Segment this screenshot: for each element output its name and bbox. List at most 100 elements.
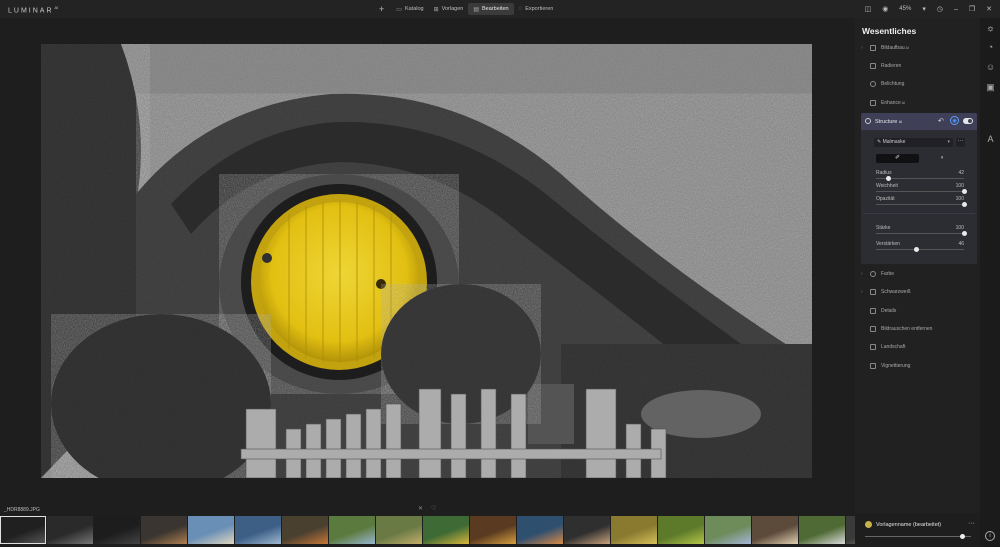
landscape-icon	[870, 344, 876, 350]
tool-details[interactable]: Details	[861, 305, 976, 317]
add-icon[interactable]: +	[376, 4, 387, 14]
filmstrip-thumbnail[interactable]	[611, 516, 657, 544]
tool-vignette[interactable]: Vignettierung	[861, 360, 976, 372]
tool-category-rail: ☼ ◔ ☺ ▣ A	[980, 18, 1000, 547]
chevron-down-icon: ▾	[947, 139, 950, 145]
amount-slider[interactable]: Stärke 100	[876, 225, 967, 236]
catalog-icon: ▭	[396, 6, 402, 13]
creative-palette-icon[interactable]: ◔	[985, 42, 996, 53]
filmstrip-thumbnail[interactable]	[752, 516, 798, 544]
mask-type-select[interactable]: ✎ Malmaske ▾	[874, 138, 953, 147]
bw-icon	[870, 289, 876, 295]
enhance-icon	[870, 100, 876, 106]
structure-title: Structure AI	[875, 119, 903, 125]
filmstrip-thumbnail[interactable]	[94, 516, 140, 544]
softness-slider[interactable]: Weichheit 100	[876, 183, 967, 194]
slider-knob[interactable]	[885, 176, 891, 181]
filmstrip-thumbnail[interactable]	[423, 516, 469, 544]
filmstrip-thumbnail[interactable]	[658, 516, 704, 544]
filmstrip-thumbnail[interactable]	[376, 516, 422, 544]
slider-knob[interactable]	[961, 202, 967, 207]
nav-presets-button[interactable]: ⊞ Vorlagen	[429, 3, 469, 15]
history-icon[interactable]: ◷	[937, 5, 943, 13]
info-icon[interactable]: i	[985, 531, 995, 541]
reset-icon[interactable]: ↶	[938, 117, 944, 125]
preset-amount-knob[interactable]	[960, 534, 966, 539]
tool-color[interactable]: › Farbe	[861, 268, 976, 280]
opacity-slider[interactable]: Opazität 100	[876, 196, 967, 207]
paint-brush-button[interactable]: ✐	[876, 154, 919, 163]
slider-knob[interactable]	[961, 189, 967, 194]
radius-slider[interactable]: Radius 42	[876, 170, 964, 181]
mask-more-button[interactable]: ···	[956, 138, 965, 147]
tool-enable-toggle[interactable]	[963, 118, 973, 124]
details-icon	[870, 308, 876, 314]
top-bar: LUMINARAI + ▭ Katalog ⊞ Vorlagen ▤ Bearb…	[0, 0, 1000, 18]
erase-brush-button[interactable]: ◐	[921, 154, 964, 163]
tool-black-white[interactable]: › Schwarzweiß	[861, 286, 976, 298]
nav-export-button[interactable]: ◌ Exportieren	[514, 3, 559, 15]
text-layer-icon[interactable]: A	[985, 134, 996, 145]
restore-icon[interactable]: ❐	[969, 5, 975, 13]
filmstrip-thumbnail[interactable]	[282, 516, 328, 544]
structure-header[interactable]: Structure AI ↶ ◉	[861, 113, 977, 130]
preset-icon	[865, 521, 872, 528]
tool-exposure[interactable]: Belichtung	[861, 78, 976, 90]
filmstrip-thumbnail[interactable]	[705, 516, 751, 544]
export-icon: ◌	[518, 6, 523, 12]
filmstrip-controls: ✕ ♡	[418, 505, 436, 512]
filmstrip-thumbnail[interactable]	[564, 516, 610, 544]
more-options-icon[interactable]: ···	[968, 520, 975, 527]
minimize-icon[interactable]: –	[954, 6, 958, 13]
filmstrip-thumbnail[interactable]	[188, 516, 234, 544]
filmstrip-thumbnail[interactable]	[47, 516, 93, 544]
filmstrip-thumbnail[interactable]	[0, 516, 46, 544]
chevron-right-icon: ›	[861, 271, 863, 277]
filmstrip-thumbnail[interactable]	[517, 516, 563, 544]
compare-icon[interactable]: ◫	[865, 5, 872, 13]
tool-denoise[interactable]: Bildrauschen entfernen	[861, 323, 976, 335]
nav-edit-button[interactable]: ▤ Bearbeiten	[468, 3, 514, 15]
filmstrip-thumbnail[interactable]	[470, 516, 516, 544]
preview-eye-icon[interactable]: ◉	[882, 5, 888, 13]
essentials-sun-icon[interactable]: ☼	[985, 23, 996, 34]
favorite-heart-icon[interactable]: ♡	[431, 505, 436, 512]
tool-enhance[interactable]: Enhance AI	[861, 97, 976, 109]
image-canvas[interactable]	[41, 44, 812, 478]
zoom-level[interactable]: 45%	[899, 6, 911, 12]
preset-name: Vorlagenname (bearbeitet)	[876, 522, 942, 528]
portrait-face-icon[interactable]: ☺	[985, 62, 996, 73]
brush-icon: ✐	[894, 155, 901, 161]
main-nav: + ▭ Katalog ⊞ Vorlagen ▤ Bearbeiten ◌ Ex…	[376, 3, 558, 15]
zoom-chevron-icon[interactable]: ▾	[922, 5, 926, 13]
filmstrip-thumbnail[interactable]	[846, 516, 855, 544]
tool-landscape[interactable]: Landschaft	[861, 341, 976, 353]
filmstrip-thumbnail[interactable]	[799, 516, 845, 544]
tool-composition[interactable]: › Bildaufbau AI	[861, 42, 976, 54]
boost-slider[interactable]: Verstärken 46	[876, 241, 964, 252]
edit-icon: ▤	[473, 6, 480, 13]
tool-erase[interactable]: Radieren	[861, 60, 976, 72]
preset-amount-track[interactable]	[865, 536, 971, 537]
chevron-right-icon: ›	[861, 289, 863, 295]
professional-icon[interactable]: ▣	[985, 82, 996, 93]
tools-panel: Wesentliches › Bildaufbau AI Radieren Be…	[855, 18, 980, 513]
denoise-icon	[870, 326, 876, 332]
eraser-icon	[870, 63, 876, 69]
close-icon[interactable]: ✕	[986, 5, 992, 13]
window-controls: ◫ ◉ 45% ▾ ◷ – ❐ ✕	[865, 3, 992, 15]
filmstrip-thumbnail[interactable]	[235, 516, 281, 544]
eraser-icon: ◐	[940, 155, 945, 161]
filmstrip-thumbnail[interactable]	[141, 516, 187, 544]
filmstrip	[0, 516, 855, 544]
slider-knob[interactable]	[961, 231, 967, 236]
slider-knob[interactable]	[913, 247, 919, 252]
preset-bar: Vorlagenname (bearbeitet) ···	[861, 518, 979, 542]
nav-catalog-button[interactable]: ▭ Katalog	[391, 3, 428, 15]
filmstrip-thumbnail[interactable]	[329, 516, 375, 544]
color-icon	[870, 271, 876, 277]
mask-visibility-icon[interactable]: ◉	[950, 116, 959, 125]
app-logo: LUMINARAI	[8, 5, 59, 15]
reject-icon[interactable]: ✕	[418, 505, 423, 512]
structure-tool-panel: Structure AI ↶ ◉ ✎ Malmaske ▾ ··· ✐ ◐ Ra…	[861, 113, 977, 264]
